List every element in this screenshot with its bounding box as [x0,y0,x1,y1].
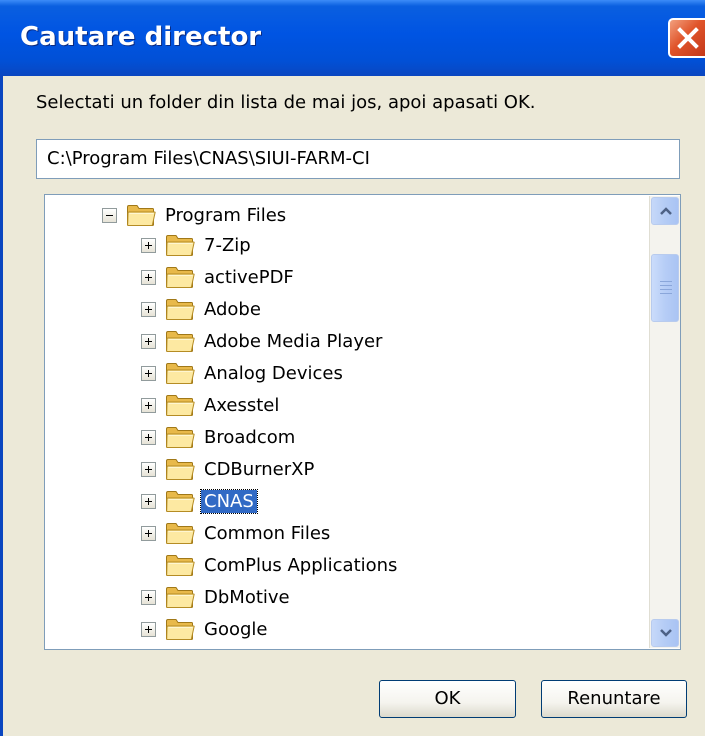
tree-item-cdburnerxp[interactable]: CDBurnerXP [141,455,317,483]
folder-icon [165,265,195,289]
tree-item-program-files[interactable]: Program Files [102,201,289,229]
scroll-down-button[interactable] [651,619,679,647]
collapse-toggle-icon[interactable] [102,207,117,223]
tree-item-label: Adobe [204,298,261,320]
expand-toggle-icon[interactable] [141,429,156,445]
chevron-up-icon [660,207,672,215]
tree-item-7-zip[interactable]: 7-Zip [141,231,254,259]
scroll-up-button[interactable] [651,197,679,225]
instruction-text: Selectati un folder din lista de mai jos… [36,92,536,113]
tree-item-dbmotive[interactable]: DbMotive [141,583,293,611]
scroll-thumb[interactable] [651,254,679,322]
vertical-scrollbar[interactable] [649,196,680,648]
tree-item-complus-applications[interactable]: ComPlus Applications [141,551,400,579]
folder-icon [165,553,195,577]
tree-item-activepdf[interactable]: activePDF [141,263,297,291]
expand-toggle-icon[interactable] [141,397,156,413]
tree-item-google[interactable]: Google [141,615,270,643]
expand-toggle-icon[interactable] [141,301,156,317]
close-button[interactable] [668,18,705,58]
tree-item-label: Broadcom [204,426,296,448]
title-bar[interactable]: Cautare director [0,0,705,76]
expand-toggle-icon[interactable] [141,461,156,477]
folder-icon [165,521,195,545]
cancel-button[interactable]: Renuntare [541,680,687,718]
tree-item-adobe-media-player[interactable]: Adobe Media Player [141,327,385,355]
folder-icon [165,297,195,321]
folder-icon [165,393,195,417]
folder-icon [165,361,195,385]
expand-toggle-icon[interactable] [141,525,156,541]
folder-icon [165,617,195,641]
tree-item-common-files[interactable]: Common Files [141,519,333,547]
tree-item-analog-devices[interactable]: Analog Devices [141,359,346,387]
folder-tree[interactable]: Program Files 7-Zip activePDF Adobe Adobe Me… [44,194,681,650]
tree-item-label: CNAS [200,488,258,514]
tree-item-label: DbMotive [204,586,290,608]
folder-icon [165,585,195,609]
close-icon [677,27,699,49]
expand-toggle-icon[interactable] [141,621,156,637]
chevron-down-icon [660,629,672,637]
tree-item-label: Analog Devices [204,362,343,384]
expand-toggle-icon[interactable] [141,269,156,285]
tree-item-label: Axesstel [204,394,280,416]
tree-item-axesstel[interactable]: Axesstel [141,391,282,419]
window-title: Cautare director [20,22,262,52]
tree-item-adobe[interactable]: Adobe [141,295,264,323]
folder-icon [165,489,195,513]
tree-item-label: ComPlus Applications [204,554,398,576]
expand-toggle-icon[interactable] [141,237,156,253]
expand-toggle-icon[interactable] [141,333,156,349]
tree-item-cnas[interactable]: CNAS [141,487,258,515]
expand-toggle-icon[interactable] [141,365,156,381]
tree-item-label: Adobe Media Player [204,330,383,352]
tree-item-label: Common Files [204,522,331,544]
tree-item-broadcom[interactable]: Broadcom [141,423,298,451]
folder-icon [165,425,195,449]
tree-item-label: Google [204,618,268,640]
tree-item-label: activePDF [204,266,294,288]
folder-icon [126,203,156,227]
tree-item-label: 7-Zip [204,234,251,256]
folder-icon [165,457,195,481]
expand-toggle-icon[interactable] [141,493,156,509]
folder-path-field[interactable]: C:\Program Files\CNAS\SIUI-FARM-CI [36,139,680,179]
folder-icon [165,329,195,353]
tree-item-label: Program Files [165,204,287,226]
expand-toggle-icon[interactable] [141,589,156,605]
folder-icon [165,233,195,257]
ok-button[interactable]: OK [379,680,516,718]
tree-item-label: CDBurnerXP [204,458,315,480]
